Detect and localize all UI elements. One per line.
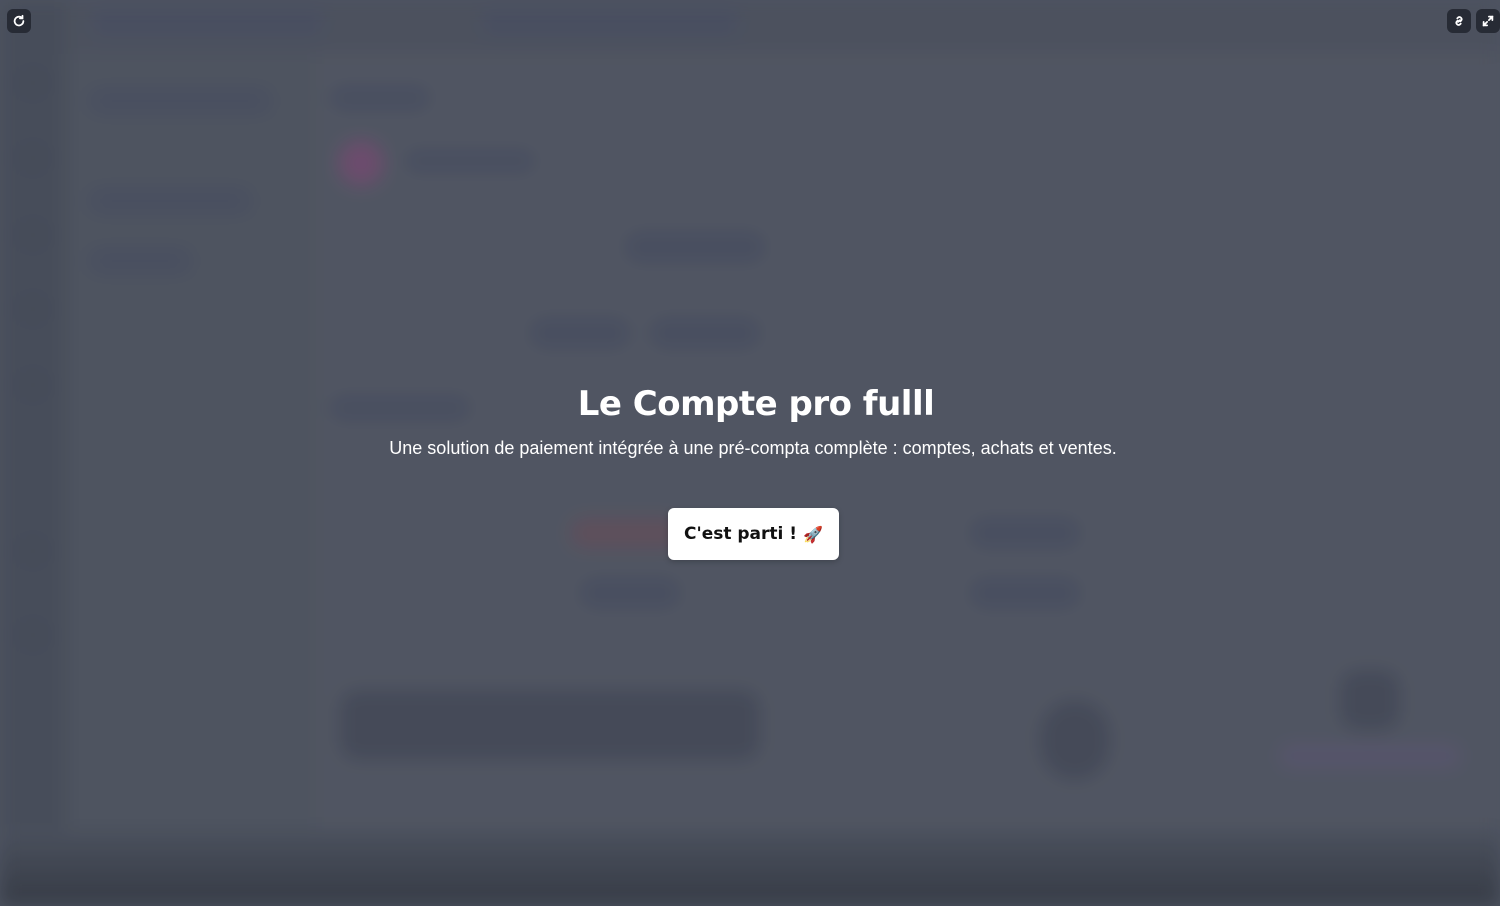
start-button-label: C'est parti ! [684, 524, 798, 544]
rocket-icon: 🚀 [803, 524, 823, 544]
expand-icon [1482, 15, 1494, 27]
link-icon [1455, 16, 1463, 26]
copy-link-button[interactable] [1447, 9, 1471, 33]
refresh-icon [13, 14, 25, 27]
expand-button[interactable] [1476, 9, 1500, 33]
modal-title: Le Compte pro fulll [577, 384, 935, 424]
modal-subtitle: Une solution de paiement intégrée à une … [389, 438, 1117, 458]
refresh-button[interactable] [7, 9, 31, 33]
start-button[interactable]: C'est parti ! 🚀 [668, 508, 839, 560]
